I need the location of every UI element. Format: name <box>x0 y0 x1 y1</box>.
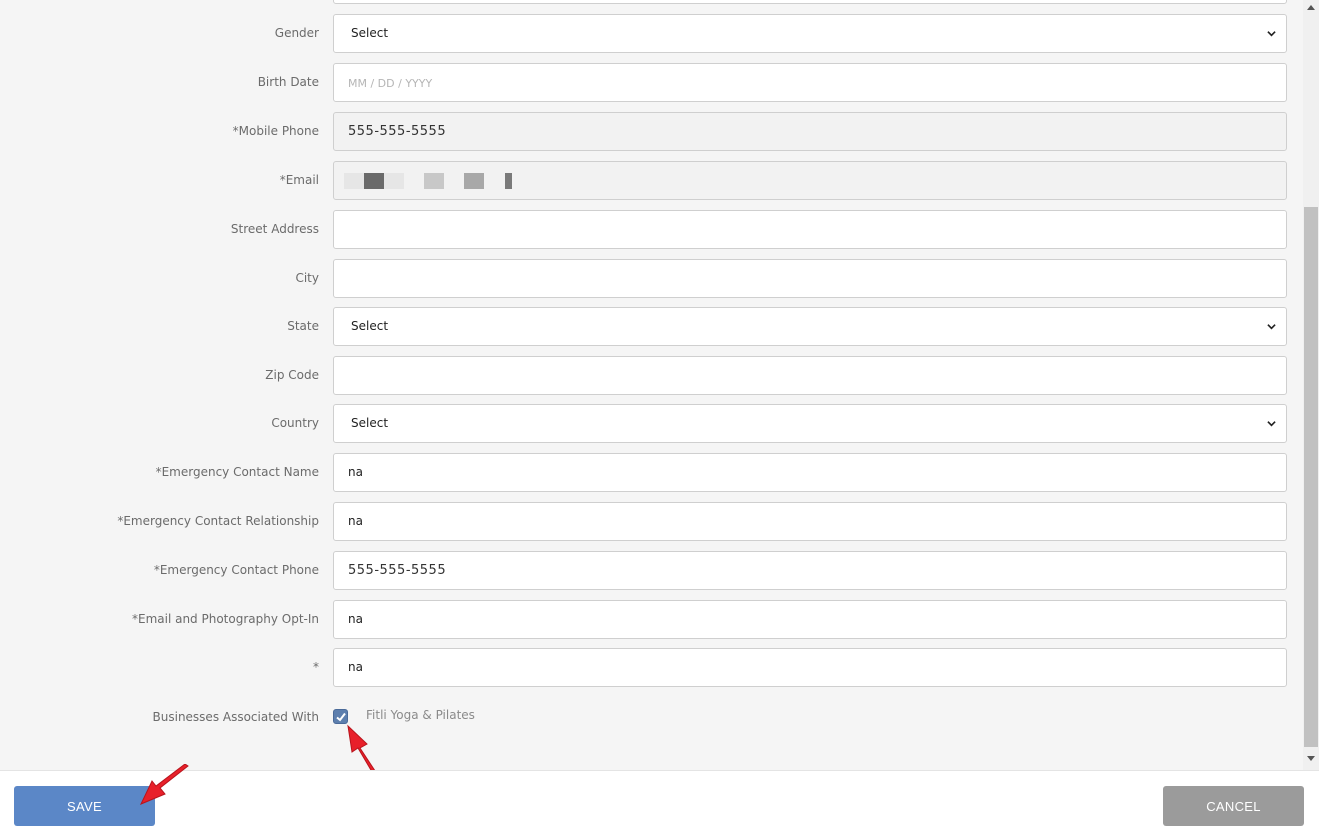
zip-code-row: Zip Code <box>0 356 1303 395</box>
form-footer: SAVE CANCEL <box>0 770 1319 836</box>
chevron-down-icon <box>1267 421 1276 427</box>
emergency-contact-phone-value: 555-555-5555 <box>348 563 447 578</box>
previous-field-edge[interactable] <box>333 0 1287 4</box>
city-label: City <box>295 271 319 285</box>
scroll-up-arrow-icon[interactable] <box>1307 5 1315 10</box>
city-row: City <box>0 259 1303 298</box>
emergency-contact-name-row: *Emergency Contact Name na <box>0 453 1303 492</box>
profile-form: Gender Select Birth Date *Mobile Phone 5… <box>0 0 1303 770</box>
birth-date-label: Birth Date <box>257 75 319 89</box>
emergency-contact-name-value: na <box>348 465 363 479</box>
photo-opt-in-label: *Email and Photography Opt-In <box>131 612 319 626</box>
emergency-contact-phone-input[interactable]: 555-555-5555 <box>333 551 1287 590</box>
scroll-down-arrow-icon[interactable] <box>1307 756 1315 761</box>
country-select[interactable]: Select <box>333 404 1287 443</box>
emergency-contact-name-input[interactable]: na <box>333 453 1287 492</box>
emergency-contact-relationship-value: na <box>348 514 363 528</box>
state-select-value: Select <box>351 319 389 333</box>
business-option-label[interactable]: Fitli Yoga & Pilates <box>366 708 475 722</box>
annotation-arrow-icon <box>347 724 376 770</box>
country-select-value: Select <box>351 416 389 430</box>
email-label: *Email <box>279 173 319 187</box>
mobile-phone-value: 555-555-5555 <box>348 124 447 139</box>
unnamed-required-value: na <box>348 660 363 674</box>
emergency-contact-relationship-label: *Emergency Contact Relationship <box>117 514 319 528</box>
country-row: Country Select <box>0 404 1303 443</box>
emergency-contact-name-label: *Emergency Contact Name <box>155 465 319 479</box>
chevron-down-icon <box>1267 31 1276 37</box>
gender-select[interactable]: Select <box>333 14 1287 53</box>
cancel-button[interactable]: CANCEL <box>1163 786 1304 826</box>
unnamed-required-row: * na <box>0 648 1303 687</box>
photo-opt-in-value: na <box>348 612 363 626</box>
mobile-phone-label: *Mobile Phone <box>232 124 319 138</box>
save-button[interactable]: SAVE <box>14 786 155 826</box>
vertical-scrollbar[interactable] <box>1303 0 1319 770</box>
birth-date-row: Birth Date <box>0 63 1303 102</box>
emergency-contact-relationship-row: *Emergency Contact Relationship na <box>0 502 1303 541</box>
emergency-contact-relationship-input[interactable]: na <box>333 502 1287 541</box>
emergency-contact-phone-row: *Emergency Contact Phone 555-555-5555 <box>0 551 1303 590</box>
state-label: State <box>287 319 319 333</box>
photo-opt-in-row: *Email and Photography Opt-In na <box>0 600 1303 639</box>
gender-label: Gender <box>274 26 319 40</box>
country-label: Country <box>271 416 319 430</box>
city-input[interactable] <box>333 259 1287 298</box>
state-row: State Select <box>0 307 1303 346</box>
businesses-label: Businesses Associated With <box>152 710 319 724</box>
chevron-down-icon <box>1267 324 1276 330</box>
annotation-arrow-icon <box>139 764 189 805</box>
street-address-row: Street Address <box>0 210 1303 249</box>
mobile-phone-field[interactable]: 555-555-5555 <box>333 112 1287 151</box>
unnamed-required-input[interactable]: na <box>333 648 1287 687</box>
gender-select-value: Select <box>351 26 389 40</box>
unnamed-required-label: * <box>313 660 319 674</box>
birth-date-input[interactable] <box>333 63 1287 102</box>
zip-code-input[interactable] <box>333 356 1287 395</box>
email-field[interactable] <box>333 161 1287 200</box>
scrollbar-thumb[interactable] <box>1304 207 1318 747</box>
street-address-label: Street Address <box>230 222 319 236</box>
state-select[interactable]: Select <box>333 307 1287 346</box>
emergency-contact-phone-label: *Emergency Contact Phone <box>153 563 319 577</box>
gender-row: Gender Select <box>0 14 1303 53</box>
mobile-phone-row: *Mobile Phone 555-555-5555 <box>0 112 1303 151</box>
email-row: *Email <box>0 161 1303 200</box>
businesses-row: Businesses Associated With Fitli Yoga & … <box>0 697 1303 737</box>
street-address-input[interactable] <box>333 210 1287 249</box>
photo-opt-in-input[interactable]: na <box>333 600 1287 639</box>
zip-code-label: Zip Code <box>265 368 319 382</box>
